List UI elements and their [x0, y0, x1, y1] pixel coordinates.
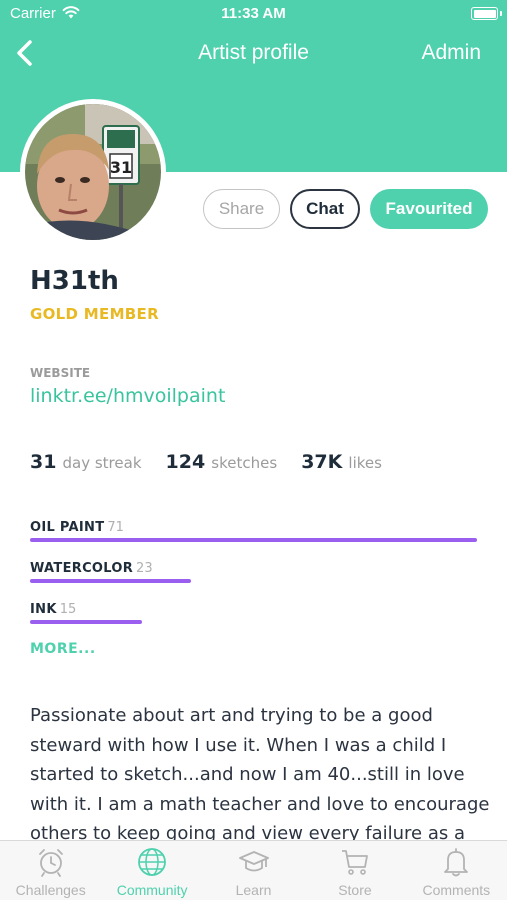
tab-bar: Challenges Community Learn Store Comment…: [0, 840, 507, 900]
skill-name: INK: [30, 602, 57, 617]
sketches-label: sketches: [211, 454, 278, 472]
tab-label: Comments: [422, 882, 491, 898]
bell-icon: [444, 848, 469, 877]
skill-name: OIL PAINT: [30, 520, 105, 535]
cart-icon: [341, 850, 368, 875]
sketches-value: 124: [165, 451, 206, 473]
admin-button[interactable]: Admin: [421, 41, 481, 65]
chat-button[interactable]: Chat: [290, 189, 360, 229]
tab-challenges[interactable]: Challenges: [0, 841, 101, 900]
likes-value: 37K: [301, 451, 343, 473]
tab-store[interactable]: Store: [304, 841, 405, 900]
tab-label: Community: [116, 882, 188, 898]
membership-badge: GOLD MEMBER: [30, 305, 159, 323]
skill-count: 23: [136, 561, 153, 576]
tab-label: Learn: [235, 882, 272, 898]
skill-bar: [30, 620, 142, 624]
skill-item: INK 15: [30, 598, 76, 617]
battery-icon: [471, 7, 498, 20]
skill-name: WATERCOLOR: [30, 561, 134, 576]
avatar-photo: 31: [25, 104, 161, 240]
alarm-clock-icon: [38, 849, 63, 877]
likes-label: likes: [348, 454, 382, 472]
favourited-button[interactable]: Favourited: [370, 189, 488, 229]
battery-tip: [500, 11, 502, 16]
graduation-cap-icon: [238, 851, 269, 872]
tab-label: Store: [338, 882, 372, 898]
skill-bar: [30, 538, 477, 542]
tab-comments[interactable]: Comments: [406, 841, 507, 900]
status-time: 11:33 AM: [221, 5, 286, 22]
bio-text: Passionate about art and trying to be a …: [30, 705, 490, 844]
skill-item: WATERCOLOR 23: [30, 557, 153, 576]
skill-count: 71: [107, 520, 124, 535]
tab-label: Challenges: [15, 882, 86, 898]
avatar: 31: [20, 99, 166, 245]
globe-icon: [138, 848, 167, 876]
more-skills-link[interactable]: MORE...: [30, 641, 96, 657]
skill-bar: [30, 579, 191, 583]
svg-text:31: 31: [110, 158, 132, 177]
streak-value: 31: [30, 451, 57, 473]
status-bar: Carrier 11:33 AM: [0, 0, 507, 28]
tab-community[interactable]: Community: [101, 841, 202, 900]
website-label: WEBSITE: [30, 366, 91, 380]
stats-row: 31 day streak 124 sketches 37K likes: [30, 451, 400, 473]
streak-label: day streak: [62, 454, 142, 472]
share-button[interactable]: Share: [203, 189, 280, 229]
website-link[interactable]: linktr.ee/hmvoilpaint: [30, 385, 225, 407]
skill-count: 15: [59, 602, 77, 617]
skill-item: OIL PAINT 71: [30, 516, 124, 535]
tab-learn[interactable]: Learn: [203, 841, 304, 900]
username: H31th: [30, 266, 119, 296]
